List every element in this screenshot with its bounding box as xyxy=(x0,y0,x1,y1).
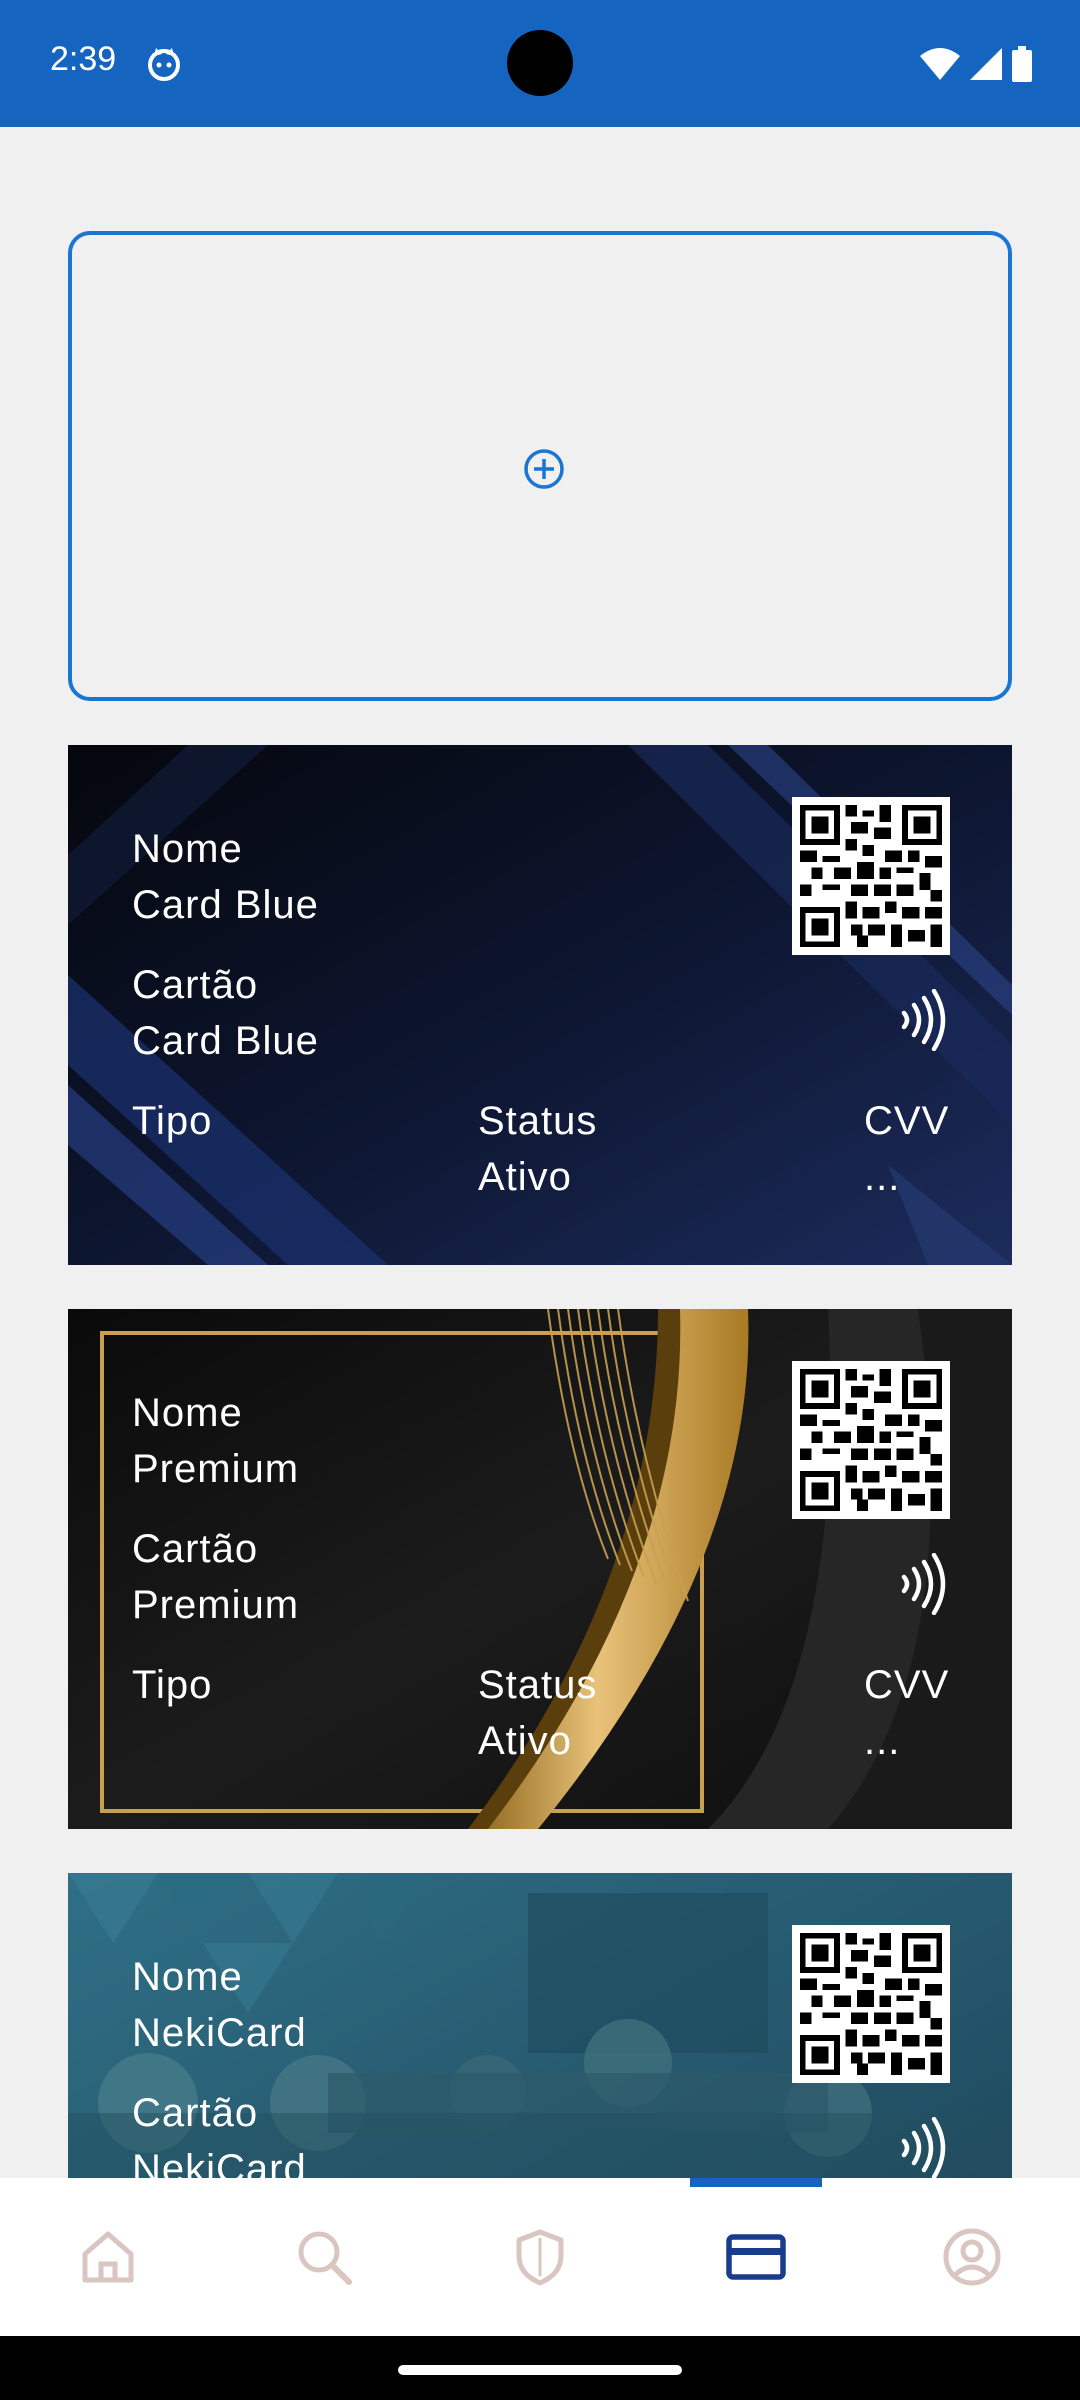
status-label: Status xyxy=(478,1663,598,1707)
search-icon xyxy=(298,2231,352,2285)
signal-icon xyxy=(970,48,1002,80)
account-circle-icon xyxy=(943,2228,1001,2286)
card-list[interactable]: Nome Card Blue Cartão Card Blue Tipo Sta… xyxy=(0,127,1080,2178)
status-time: 2:39 xyxy=(50,40,117,78)
qr-code xyxy=(792,797,950,955)
card-blue[interactable]: Nome Card Blue Cartão Card Blue Tipo Sta… xyxy=(68,745,1012,1265)
contactless-icon xyxy=(901,989,946,1051)
credit-card-icon xyxy=(726,2234,786,2280)
shield-icon xyxy=(516,2229,564,2286)
nome-value: NekiCard xyxy=(132,2011,307,2055)
nome-label: Nome xyxy=(132,827,243,871)
camera-cutout xyxy=(507,30,573,96)
cvv-label: CVV xyxy=(864,1663,950,1707)
nav-home[interactable] xyxy=(0,2178,216,2336)
status-bar: 2:39 xyxy=(0,0,1080,127)
bottom-nav xyxy=(0,2178,1080,2336)
status-label: Status xyxy=(478,1099,598,1143)
status-value: Ativo xyxy=(478,1155,572,1199)
nome-label: Nome xyxy=(132,1391,243,1435)
nav-profile[interactable] xyxy=(864,2178,1080,2336)
cartao-label: Cartão xyxy=(132,1527,259,1571)
contactless-icon xyxy=(901,2117,946,2178)
status-icons xyxy=(920,44,1032,84)
battery-icon xyxy=(1012,46,1032,82)
cartao-label: Cartão xyxy=(132,963,259,1007)
cvv-label: CVV xyxy=(864,1099,950,1143)
home-gesture-bar[interactable] xyxy=(398,2365,682,2375)
qr-code xyxy=(792,1361,950,1519)
home-icon xyxy=(82,2231,134,2283)
tipo-label: Tipo xyxy=(132,1099,213,1143)
add-circle-icon xyxy=(524,449,564,489)
nav-search[interactable] xyxy=(216,2178,432,2336)
nome-value: Card Blue xyxy=(132,883,319,927)
card-premium[interactable]: Nome Premium Cartão Premium Tipo Status … xyxy=(68,1309,1012,1829)
cartao-value: NekiCard xyxy=(132,2147,307,2178)
cartao-label: Cartão xyxy=(132,2091,259,2135)
card-nekicard[interactable]: Nome NekiCard Cartão NekiCard xyxy=(68,1873,1012,2178)
nav-shield[interactable] xyxy=(432,2178,648,2336)
status-value: Ativo xyxy=(478,1719,572,1763)
contactless-icon xyxy=(901,1553,946,1615)
nav-cards[interactable] xyxy=(648,2178,864,2336)
tipo-label: Tipo xyxy=(132,1663,213,1707)
cartao-value: Card Blue xyxy=(132,1019,319,1063)
wifi-icon xyxy=(920,48,960,80)
cvv-value: ... xyxy=(864,1719,901,1763)
cartao-value: Premium xyxy=(132,1583,300,1627)
qr-code xyxy=(792,1925,950,2083)
cat-notification-icon xyxy=(148,48,180,81)
nav-active-indicator xyxy=(690,2178,822,2187)
add-card-button[interactable] xyxy=(68,231,1012,701)
nome-value: Premium xyxy=(132,1447,300,1491)
nome-label: Nome xyxy=(132,1955,243,1999)
cvv-value: ... xyxy=(864,1155,901,1199)
